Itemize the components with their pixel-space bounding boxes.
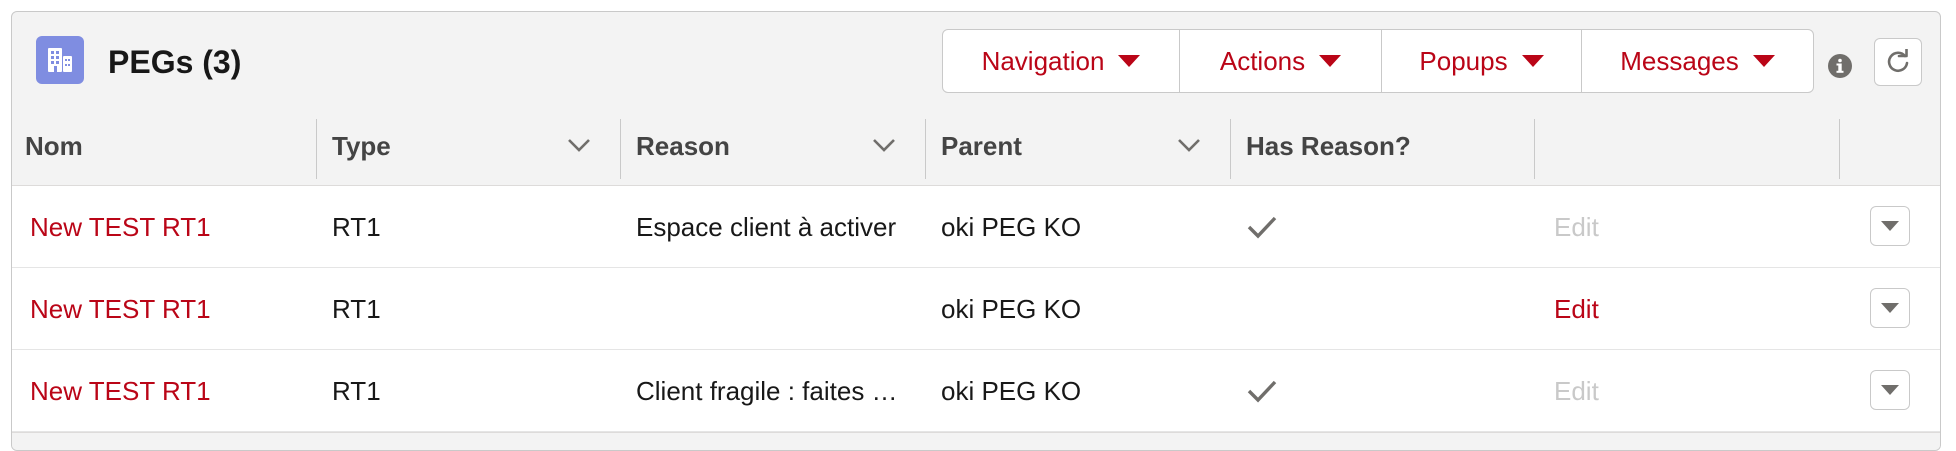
column-label: Nom xyxy=(25,130,83,161)
column-header-edit xyxy=(1550,107,1830,185)
checkmark-icon xyxy=(1247,216,1277,239)
column-divider[interactable] xyxy=(925,119,926,179)
caret-down-icon xyxy=(1521,55,1544,67)
card-header: PEGs (3) Navigation Actions Popups Messa… xyxy=(12,12,1940,107)
building-icon xyxy=(36,36,84,84)
caret-down-icon xyxy=(1881,221,1899,231)
actions-label: Actions xyxy=(1219,45,1306,76)
column-label: Has Reason? xyxy=(1246,130,1411,161)
cell-type: RT1 xyxy=(332,293,381,324)
caret-down-icon xyxy=(1319,55,1342,67)
cell-parent: oki PEG KO xyxy=(941,375,1082,406)
navigation-menu-button[interactable]: Navigation xyxy=(943,30,1179,92)
cell-parent: oki PEG KO xyxy=(941,211,1082,242)
table-header: Nom Type Reason Parent Has Reason? xyxy=(12,107,1940,186)
cell-type: RT1 xyxy=(332,211,381,242)
chevron-down-icon[interactable] xyxy=(1177,137,1201,153)
edit-link: Edit xyxy=(1554,211,1599,242)
action-button-group: Navigation Actions Popups Messages xyxy=(942,29,1814,93)
table-row: New TEST RT1 RT1 oki PEG KO Edit xyxy=(12,268,1940,350)
cell-reason: Espace client à activer xyxy=(636,211,897,242)
cell-type: RT1 xyxy=(332,375,381,406)
actions-menu-button[interactable]: Actions xyxy=(1179,30,1381,92)
row-actions-menu-button[interactable] xyxy=(1870,370,1910,410)
column-divider[interactable] xyxy=(1230,119,1231,179)
table-row: New TEST RT1 RT1 Espace client à activer… xyxy=(12,186,1940,268)
column-divider[interactable] xyxy=(1534,119,1535,179)
column-divider[interactable] xyxy=(1839,119,1840,179)
record-link-nom[interactable]: New TEST RT1 xyxy=(30,350,211,432)
related-list-card: PEGs (3) Navigation Actions Popups Messa… xyxy=(11,11,1941,451)
checkmark-icon xyxy=(1247,380,1277,403)
messages-menu-button[interactable]: Messages xyxy=(1581,30,1813,92)
edit-link[interactable]: Edit xyxy=(1554,268,1599,350)
messages-label: Messages xyxy=(1620,45,1739,76)
column-label: Parent xyxy=(941,130,1022,161)
caret-down-icon xyxy=(1118,55,1141,67)
column-header-reason[interactable]: Reason xyxy=(636,107,866,185)
column-header-has-reason[interactable]: Has Reason? xyxy=(1246,107,1526,185)
caret-down-icon xyxy=(1881,385,1899,395)
caret-down-icon xyxy=(1752,55,1775,67)
record-link-nom[interactable]: New TEST RT1 xyxy=(30,268,211,350)
cell-parent: oki PEG KO xyxy=(941,293,1082,324)
popups-menu-button[interactable]: Popups xyxy=(1381,30,1581,92)
column-label: Type xyxy=(332,130,391,161)
chevron-down-icon[interactable] xyxy=(567,137,591,153)
column-header-type[interactable]: Type xyxy=(332,107,562,185)
column-divider[interactable] xyxy=(620,119,621,179)
column-divider[interactable] xyxy=(316,119,317,179)
column-label: Reason xyxy=(636,130,730,161)
table-row: New TEST RT1 RT1 Client fragile : faites… xyxy=(12,350,1940,432)
caret-down-icon xyxy=(1881,303,1899,313)
refresh-button[interactable] xyxy=(1874,38,1922,86)
column-header-parent[interactable]: Parent xyxy=(941,107,1171,185)
row-actions-menu-button[interactable] xyxy=(1870,288,1910,328)
row-actions-menu-button[interactable] xyxy=(1870,206,1910,246)
card-footer xyxy=(12,432,1940,450)
popups-label: Popups xyxy=(1419,45,1508,76)
navigation-label: Navigation xyxy=(981,45,1105,76)
column-header-nom[interactable]: Nom xyxy=(25,107,255,185)
info-icon[interactable] xyxy=(1827,53,1853,79)
edit-link: Edit xyxy=(1554,375,1599,406)
card-title[interactable]: PEGs (3) xyxy=(108,42,241,82)
cell-reason: Client fragile : faites … xyxy=(636,375,898,406)
chevron-down-icon[interactable] xyxy=(872,137,896,153)
refresh-icon xyxy=(1887,49,1909,73)
record-link-nom[interactable]: New TEST RT1 xyxy=(30,186,211,268)
